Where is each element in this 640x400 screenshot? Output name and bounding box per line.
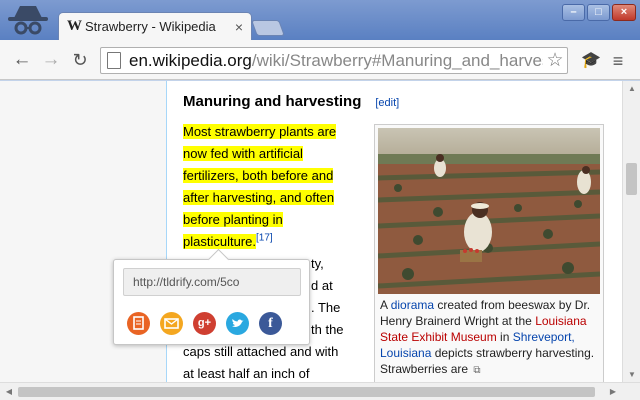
incognito-icon [8,6,48,35]
chrome-menu-icon[interactable]: ≡ [607,50,629,72]
article-line: at least half an inch of [183,366,310,381]
page-viewport: Manuring and harvesting [edit] Most stra… [0,81,622,382]
section-heading: Manuring and harvesting [183,93,362,110]
document-icon[interactable] [127,312,150,335]
reload-button[interactable]: ↻ [69,49,91,71]
horizontal-scroll-thumb[interactable] [18,387,595,397]
bookmark-star-icon[interactable]: ☆ [543,49,567,72]
share-icons-row: g+ f [127,312,282,335]
horizontal-scrollbar[interactable]: ◀ ▶ [0,382,640,400]
facebook-icon[interactable]: f [259,312,282,335]
wikipedia-favicon-icon: W [67,18,82,34]
new-tab-button[interactable] [251,20,285,36]
google-plus-icon[interactable]: g+ [193,312,216,335]
vertical-scroll-thumb[interactable] [626,163,637,195]
graduation-cap-extension-icon[interactable]: 🎓 [580,50,602,72]
article-line: caps still attached and with [183,344,339,359]
url-host: en.wikipedia.org [129,50,252,70]
page-icon [107,52,121,69]
browser-toolbar: ← → ↻ en.wikipedia.org/wiki/Strawberry#M… [0,40,640,80]
twitter-icon[interactable] [226,312,249,335]
url-text[interactable]: en.wikipedia.org/wiki/Strawberry#Manurin… [129,51,543,71]
caption-text: A [380,298,391,312]
section-heading-row: Manuring and harvesting [edit] [183,93,399,110]
back-button[interactable]: ← [11,49,33,71]
diorama-link[interactable]: diorama [391,298,434,312]
figure-thumbnail: A diorama created from beeswax by Dr. He… [374,124,604,382]
tab-title: Strawberry - Wikipedia [85,19,216,34]
highlighted-text[interactable]: Most strawberry plants are now fed with … [183,124,337,249]
address-bar[interactable]: en.wikipedia.org/wiki/Strawberry#Manurin… [100,47,568,74]
reference-link[interactable]: [17] [256,233,273,244]
vertical-scrollbar[interactable]: ▲ ▼ [622,81,640,382]
figure-caption: A diorama created from beeswax by Dr. He… [380,297,600,379]
forward-button[interactable]: → [40,49,62,71]
scroll-right-arrow-icon[interactable]: ▶ [604,387,622,396]
share-popup: http://tldrify.com/5co g+ f [113,259,310,345]
url-path: /wiki/Strawberry#Manuring_and_harvesting [251,50,543,70]
maximize-button[interactable]: □ [587,4,610,21]
caption-text: in [496,330,513,344]
strawberry-harvest-image[interactable] [378,128,600,294]
scroll-down-arrow-icon[interactable]: ▼ [623,370,640,379]
tab-close-icon[interactable]: × [235,19,243,35]
enlarge-icon[interactable]: ⧉ [473,365,480,376]
minimize-button[interactable]: – [562,4,585,21]
email-icon[interactable] [160,312,183,335]
edit-link[interactable]: [edit] [375,97,399,109]
scroll-left-arrow-icon[interactable]: ◀ [0,387,18,396]
tab-strawberry[interactable]: W Strawberry - Wikipedia × [58,12,252,40]
close-window-button[interactable]: × [612,4,636,21]
scroll-up-arrow-icon[interactable]: ▲ [623,84,640,93]
title-bar: W Strawberry - Wikipedia × – □ × [0,0,640,40]
short-url-field[interactable]: http://tldrify.com/5co [123,268,301,296]
